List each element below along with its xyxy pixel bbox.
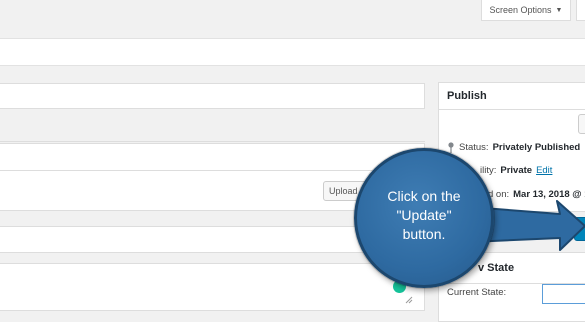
callout-text: Click on the "Update" button.: [387, 187, 461, 242]
callout-bubble: Click on the "Update" button.: [354, 148, 494, 288]
callout-arrow: [469, 200, 585, 251]
